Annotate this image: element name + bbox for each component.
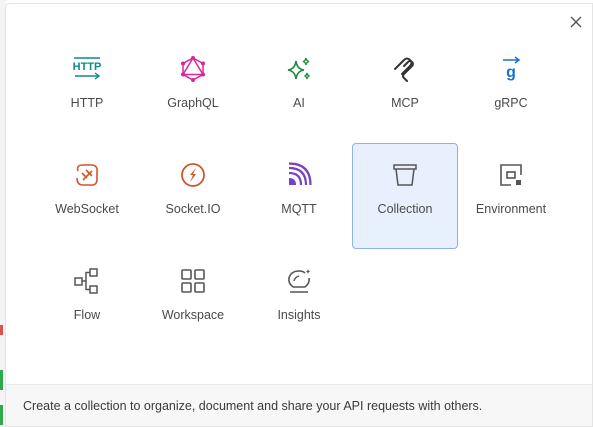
description-footer: Create a collection to organize, documen… [6,384,592,426]
tile-label: gRPC [494,96,528,110]
mcp-icon [390,54,420,84]
tile-mqtt[interactable]: MQTT [246,143,352,249]
tile-collection[interactable]: Collection [352,143,458,249]
collection-icon [390,160,420,190]
websocket-icon [72,160,102,190]
tile-flow[interactable]: Flow [34,249,140,355]
http-icon: HTTP [72,54,102,84]
background-marker [0,325,3,335]
tile-graphql[interactable]: GraphQL [140,37,246,143]
tile-workspace[interactable]: Workspace [140,249,246,355]
tile-websocket[interactable]: WebSocket [34,143,140,249]
background-marker [0,405,3,425]
workspace-icon [178,266,208,296]
socketio-icon [178,160,208,190]
insights-icon [284,266,314,296]
background-marker [0,370,3,390]
tile-label: HTTP [70,96,104,110]
flow-icon [72,266,102,296]
mqtt-icon [284,160,314,190]
close-button[interactable] [566,12,586,32]
tile-label: Flow [73,308,101,322]
environment-icon [496,160,526,190]
tile-label: MCP [391,96,419,110]
tile-socketio[interactable]: Socket.IO [140,143,246,249]
tile-label: Insights [277,308,321,322]
tile-label: GraphQL [167,96,219,110]
tile-ai[interactable]: AI [246,37,352,143]
tile-label: Workspace [161,308,225,322]
tile-label: WebSocket [55,202,119,216]
tile-insights[interactable]: Insights [246,249,352,355]
tile-label: MQTT [281,202,317,216]
sparkles-icon [284,54,314,84]
tile-label: Environment [475,202,547,216]
tile-label: Collection [377,202,433,216]
tile-grpc[interactable]: g gRPC [458,37,564,143]
description-text: Create a collection to organize, documen… [23,398,483,413]
tile-mcp[interactable]: MCP [352,37,458,143]
close-icon [570,16,582,28]
tile-label: Socket.IO [165,202,221,216]
tile-http[interactable]: HTTP HTTP [34,37,140,143]
graphql-icon [178,54,208,84]
tile-environment[interactable]: Environment [458,143,564,249]
svg-text:g: g [506,64,516,81]
create-new-dialog: HTTP HTTP GraphQL AI MCP g gRPC WebSocke… [5,3,593,427]
svg-text:HTTP: HTTP [73,61,102,73]
tile-label: AI [293,96,305,110]
grpc-icon: g [496,54,526,84]
